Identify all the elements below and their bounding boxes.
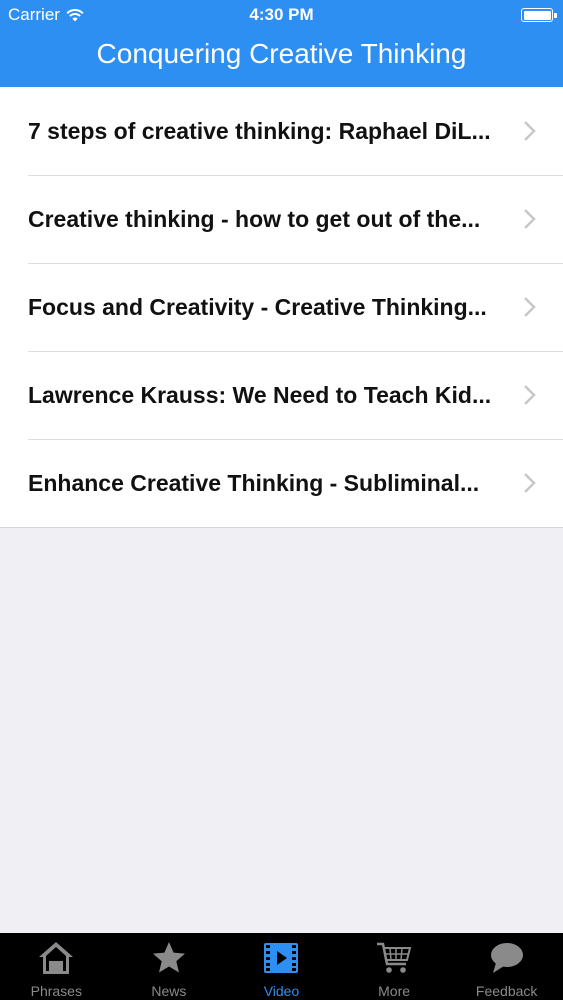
tab-label: More (378, 983, 411, 999)
tab-label: Video (263, 983, 300, 999)
page-title: Conquering Creative Thinking (96, 38, 467, 69)
list-item[interactable]: Creative thinking - how to get out of th… (0, 175, 563, 263)
tab-feedback[interactable]: Feedback (450, 933, 563, 1000)
clock: 4:30 PM (249, 5, 314, 24)
chevron-right-icon (524, 473, 536, 493)
chevron-right-icon (524, 121, 536, 141)
list-item[interactable]: Focus and Creativity - Creative Thinking… (0, 263, 563, 351)
cart-icon (377, 942, 412, 973)
navigation-header: Carrier 4:30 PM Conquering Creative Thin… (0, 0, 563, 87)
list-item-label: Focus and Creativity - Creative Thinking… (28, 293, 487, 320)
tab-label: News (151, 983, 187, 999)
list-item-label: Enhance Creative Thinking - Subliminal..… (28, 469, 480, 496)
star-icon (152, 942, 185, 973)
film-icon (264, 943, 299, 973)
chevron-right-icon (524, 209, 536, 229)
list-item-label: Creative thinking - how to get out of th… (28, 205, 481, 232)
list-item[interactable]: Enhance Creative Thinking - Subliminal..… (0, 439, 563, 527)
tab-bar: Phrases News Video More Feedback (0, 933, 563, 1000)
tab-label: Phrases (30, 983, 82, 999)
tab-label: Feedback (475, 983, 538, 999)
tab-phrases[interactable]: Phrases (0, 933, 113, 1000)
list-item[interactable]: Lawrence Krauss: We Need to Teach Kid... (0, 351, 563, 439)
list-item-label: Lawrence Krauss: We Need to Teach Kid... (28, 381, 492, 408)
home-icon (39, 942, 74, 974)
chevron-right-icon (524, 297, 536, 317)
tab-video[interactable]: Video (225, 933, 338, 1000)
tab-more[interactable]: More (338, 933, 451, 1000)
tab-news[interactable]: News (113, 933, 226, 1000)
speech-bubble-icon (490, 943, 523, 973)
battery-icon (521, 8, 557, 22)
status-bar: Carrier 4:30 PM (0, 0, 563, 30)
video-list: 7 steps of creative thinking: Raphael Di… (0, 87, 563, 528)
list-item-label: 7 steps of creative thinking: Raphael Di… (28, 117, 491, 144)
chevron-right-icon (524, 385, 536, 405)
list-item[interactable]: 7 steps of creative thinking: Raphael Di… (0, 87, 563, 175)
